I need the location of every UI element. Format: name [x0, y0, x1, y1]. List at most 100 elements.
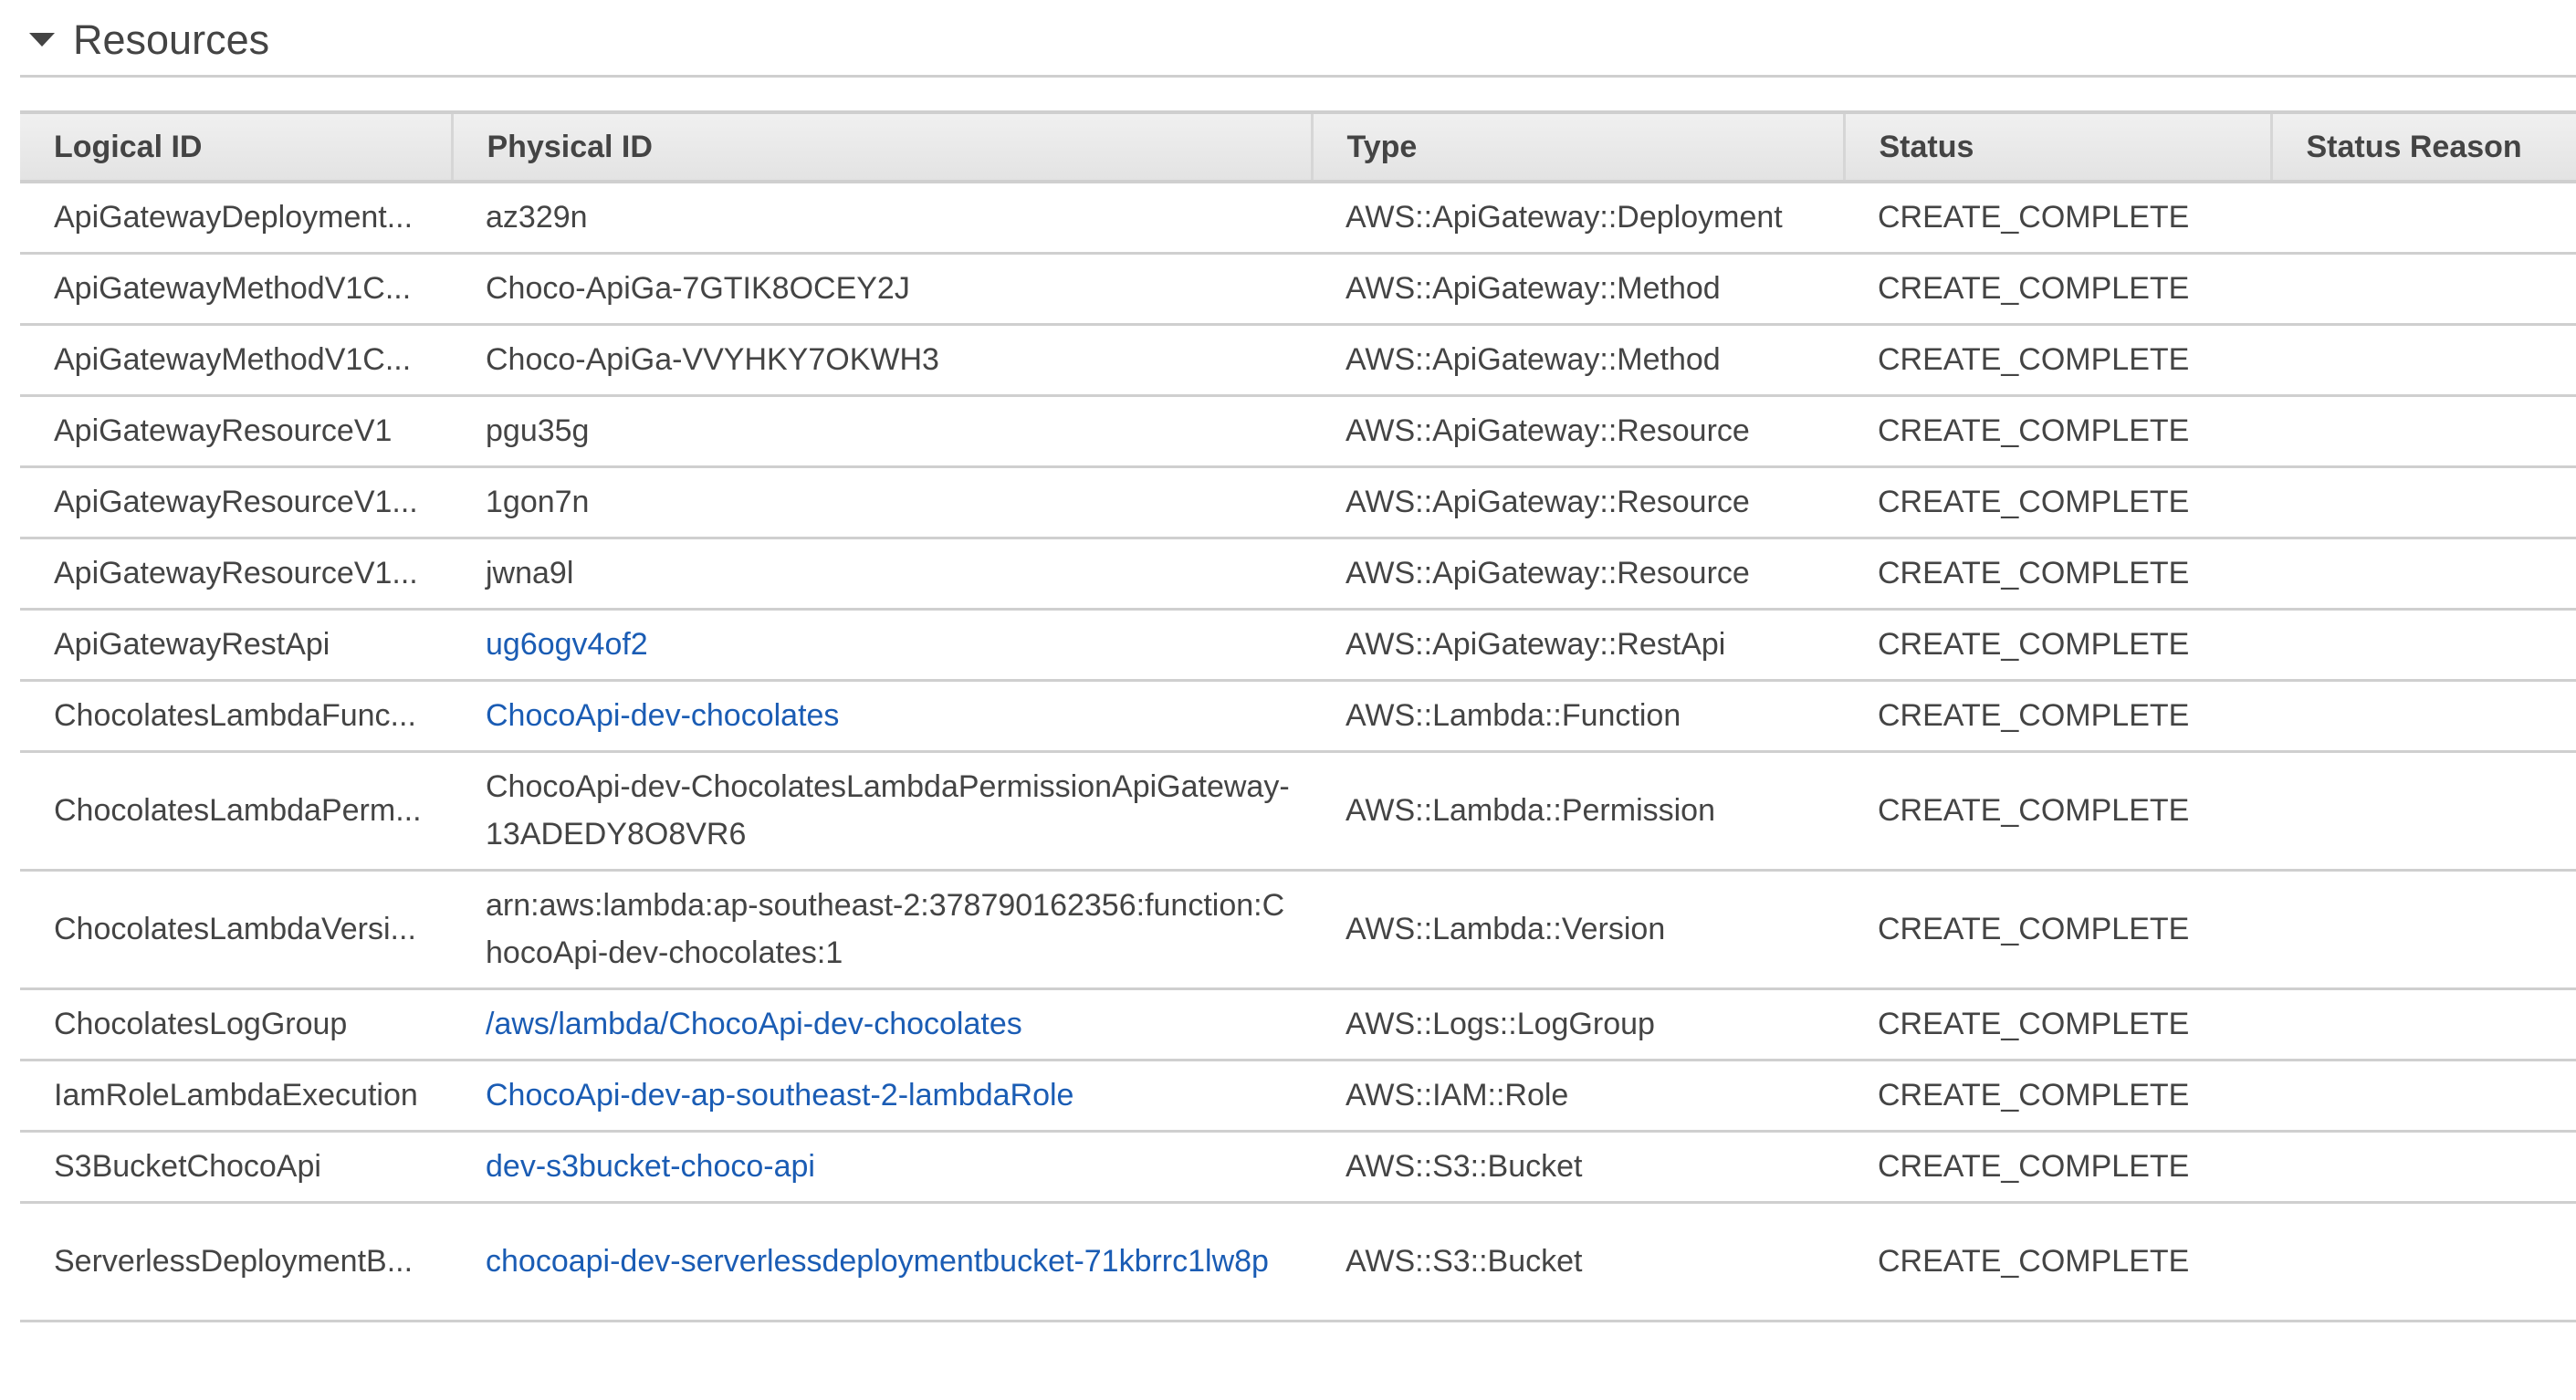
table-row[interactable]: ApiGatewayMethodV1C... Choco-ApiGa-7GTIK8…: [20, 253, 2576, 326]
resources-section-header: Resources: [20, 0, 2576, 78]
cell-logical-id: ApiGatewayRestApi: [20, 609, 452, 682]
caret-down-icon[interactable]: [29, 33, 55, 47]
cell-physical-id: chocoapi-dev-serverlessdeploymentbucket-…: [452, 1202, 1312, 1322]
physical-id-link[interactable]: ChocoApi-dev-chocolates: [486, 698, 839, 733]
status-badge: CREATE_COMPLETE: [1844, 751, 2271, 872]
cell-status-reason: [2271, 395, 2576, 468]
cell-physical-id: ChocoApi-dev-ChocolatesLambdaPermissionA…: [452, 751, 1312, 872]
cell-logical-id: ChocolatesLambdaPerm...: [20, 751, 452, 872]
column-header-logical-id[interactable]: Logical ID: [20, 110, 452, 183]
cell-type: AWS::ApiGateway::Deployment: [1312, 182, 1844, 255]
cell-status-reason: [2271, 538, 2576, 611]
cell-logical-id: ChocolatesLogGroup: [20, 988, 452, 1061]
status-badge: CREATE_COMPLETE: [1844, 680, 2271, 753]
cell-physical-id: 1gon7n: [452, 466, 1312, 539]
cell-type: AWS::Logs::LogGroup: [1312, 988, 1844, 1061]
table-row[interactable]: ApiGatewayResourceV1 pgu35g AWS::ApiGatewa…: [20, 395, 2576, 468]
physical-id-text: pgu35g: [486, 413, 590, 448]
column-header-status[interactable]: Status: [1842, 110, 2271, 183]
cell-type: AWS::ApiGateway::Method: [1312, 253, 1844, 326]
physical-id-text: az329n: [486, 200, 588, 235]
status-badge: CREATE_COMPLETE: [1844, 1060, 2271, 1133]
status-badge: CREATE_COMPLETE: [1844, 1202, 2271, 1322]
cell-status-reason: [2271, 1060, 2576, 1133]
status-badge: CREATE_COMPLETE: [1844, 988, 2271, 1061]
cell-logical-id: ApiGatewayResourceV1...: [20, 466, 452, 539]
cell-type: AWS::ApiGateway::Resource: [1312, 466, 1844, 539]
physical-id-link[interactable]: /aws/lambda/ChocoApi-dev-chocolates: [486, 1007, 1022, 1041]
table-row[interactable]: ApiGatewayRestApi ug6ogv4of2 AWS::ApiGatew…: [20, 609, 2576, 682]
table-row[interactable]: ApiGatewayResourceV1... jwna9l AWS::ApiGat…: [20, 538, 2576, 611]
status-badge: CREATE_COMPLETE: [1844, 395, 2271, 468]
physical-id-link[interactable]: ChocoApi-dev-ap-southeast-2-lambdaRole: [486, 1078, 1073, 1113]
table-row[interactable]: ChocolatesLambdaPerm... ChocoApi-dev-Choc…: [20, 751, 2576, 872]
cell-logical-id: ApiGatewayResourceV1: [20, 395, 452, 468]
cell-logical-id: ServerlessDeploymentB...: [20, 1202, 452, 1322]
status-badge: CREATE_COMPLETE: [1844, 609, 2271, 682]
cell-type: AWS::ApiGateway::Resource: [1312, 538, 1844, 611]
table-row[interactable]: ChocolatesLambdaVersi... arn:aws:lambda:a…: [20, 870, 2576, 990]
cell-status-reason: [2271, 253, 2576, 326]
table-row[interactable]: S3BucketChocoApi dev-s3bucket-choco-api AW…: [20, 1131, 2576, 1204]
table-row[interactable]: ServerlessDeploymentB... chocoapi-dev-ser…: [20, 1202, 2576, 1322]
cell-status-reason: [2271, 870, 2576, 990]
column-header-status-reason[interactable]: Status Reason: [2269, 110, 2576, 183]
cell-physical-id: Choco-ApiGa-7GTIK8OCEY2J: [452, 253, 1312, 326]
physical-id-text: Choco-ApiGa-VVYHKY7OKWH3: [486, 342, 939, 377]
cell-status-reason: [2271, 988, 2576, 1061]
cell-type: AWS::ApiGateway::Method: [1312, 324, 1844, 397]
section-title[interactable]: Resources: [73, 13, 269, 68]
status-badge: CREATE_COMPLETE: [1844, 466, 2271, 539]
table-row[interactable]: ApiGatewayDeployment... az329n AWS::ApiGat…: [20, 182, 2576, 255]
status-badge: CREATE_COMPLETE: [1844, 253, 2271, 326]
cell-status-reason: [2271, 609, 2576, 682]
cell-logical-id: S3BucketChocoApi: [20, 1131, 452, 1204]
physical-id-link[interactable]: dev-s3bucket-choco-api: [486, 1149, 815, 1184]
table-row[interactable]: ChocolatesLogGroup/aws/lambda/ChocoApi-d…: [20, 988, 2576, 1061]
status-badge: CREATE_COMPLETE: [1844, 182, 2271, 255]
status-badge: CREATE_COMPLETE: [1844, 1131, 2271, 1204]
cell-logical-id: ApiGatewayMethodV1C...: [20, 324, 452, 397]
cell-type: AWS::ApiGateway::RestApi: [1312, 609, 1844, 682]
physical-id-text: jwna9l: [486, 556, 574, 590]
status-badge: CREATE_COMPLETE: [1844, 870, 2271, 990]
cell-type: AWS::S3::Bucket: [1312, 1131, 1844, 1204]
table-row[interactable]: ApiGatewayResourceV1... 1gon7n AWS::ApiGat…: [20, 466, 2576, 539]
cell-logical-id: ChocolatesLambdaFunc...: [20, 680, 452, 753]
cell-type: AWS::IAM::Role: [1312, 1060, 1844, 1133]
cell-type: AWS::Lambda::Permission: [1312, 751, 1844, 872]
cell-status-reason: [2271, 1131, 2576, 1204]
cell-logical-id: IamRoleLambdaExecution: [20, 1060, 452, 1133]
cell-logical-id: ApiGatewayDeployment...: [20, 182, 452, 255]
status-badge: CREATE_COMPLETE: [1844, 324, 2271, 397]
cell-type: AWS::Lambda::Function: [1312, 680, 1844, 753]
cell-physical-id: ChocoApi-dev-chocolates: [452, 680, 1312, 753]
physical-id-link[interactable]: ug6ogv4of2: [486, 627, 648, 662]
column-header-physical-id[interactable]: Physical ID: [450, 110, 1312, 183]
cell-status-reason: [2271, 680, 2576, 753]
cell-status-reason: [2271, 182, 2576, 255]
table-body: ApiGatewayDeployment... az329n AWS::ApiGat…: [20, 182, 2576, 1322]
cell-physical-id: az329n: [452, 182, 1312, 255]
cell-physical-id: arn:aws:lambda:ap-southeast-2:3787901623…: [452, 870, 1312, 990]
cell-type: AWS::ApiGateway::Resource: [1312, 395, 1844, 468]
cell-type: AWS::Lambda::Version: [1312, 870, 1844, 990]
physical-id-text: arn:aws:lambda:ap-southeast-2:3787901623…: [486, 888, 1285, 970]
cell-physical-id: pgu35g: [452, 395, 1312, 468]
cell-physical-id: ChocoApi-dev-ap-southeast-2-lambdaRole: [452, 1060, 1312, 1133]
cell-logical-id: ApiGatewayResourceV1...: [20, 538, 452, 611]
cell-status-reason: [2271, 466, 2576, 539]
table-row[interactable]: IamRoleLambdaExecution ChocoApi-dev-ap-so…: [20, 1060, 2576, 1133]
cell-logical-id: ChocolatesLambdaVersi...: [20, 870, 452, 990]
cell-status-reason: [2271, 324, 2576, 397]
table-row[interactable]: ApiGatewayMethodV1C... Choco-ApiGa-VVYHKY…: [20, 324, 2576, 397]
table-header-row: Logical ID Physical ID Type Status Statu…: [20, 110, 2576, 183]
cell-logical-id: ApiGatewayMethodV1C...: [20, 253, 452, 326]
physical-id-text: 1gon7n: [486, 485, 590, 519]
column-header-type[interactable]: Type: [1310, 110, 1844, 183]
status-badge: CREATE_COMPLETE: [1844, 538, 2271, 611]
physical-id-link[interactable]: chocoapi-dev-serverlessdeploymentbucket-…: [486, 1244, 1269, 1279]
cell-status-reason: [2271, 1202, 2576, 1322]
table-row[interactable]: ChocolatesLambdaFunc... ChocoApi-dev-choc…: [20, 680, 2576, 753]
cell-physical-id: ug6ogv4of2: [452, 609, 1312, 682]
